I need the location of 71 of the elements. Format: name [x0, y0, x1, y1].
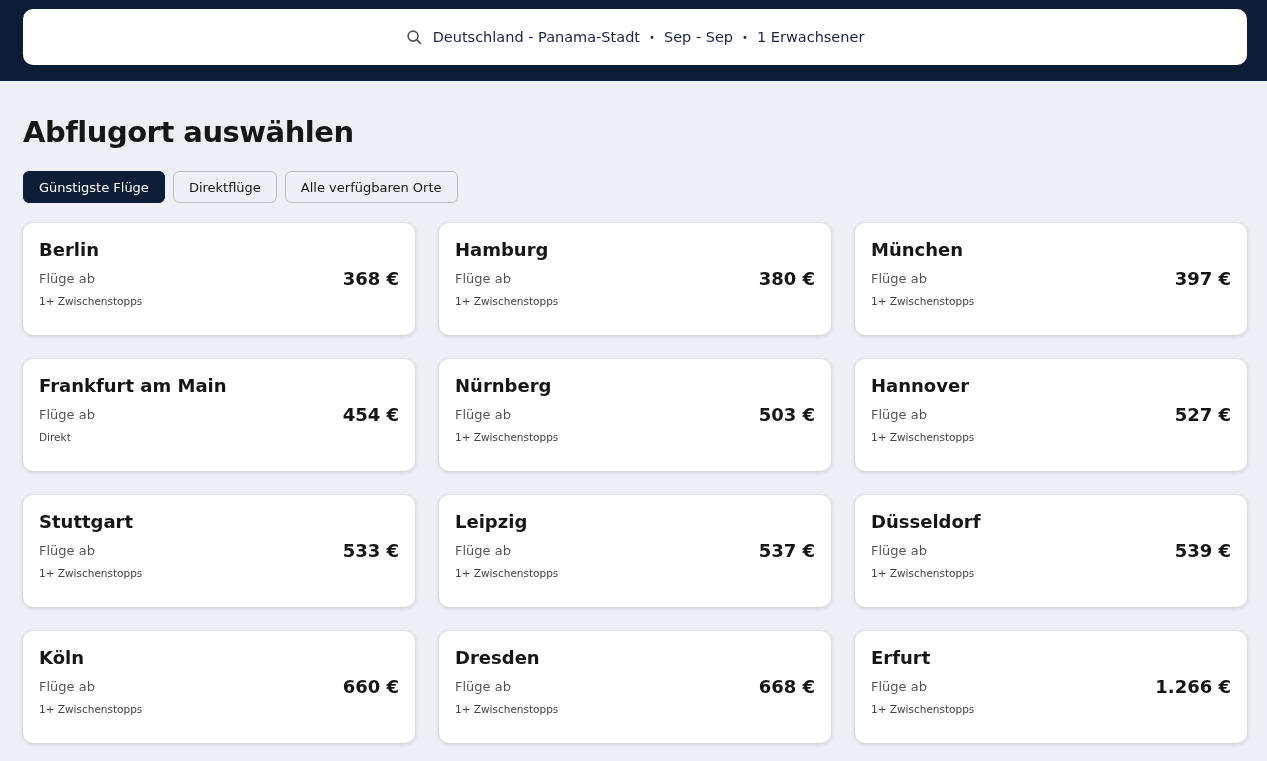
city-name: Hannover: [871, 375, 970, 396]
price: 537 €: [758, 540, 815, 561]
price-label: Flüge ab: [871, 543, 927, 558]
city-name: Berlin: [39, 239, 99, 260]
price-label: Flüge ab: [39, 679, 95, 694]
destination-card[interactable]: Frankfurt am Main Flüge ab 454 € Direkt: [23, 359, 415, 471]
destination-card[interactable]: Köln Flüge ab 660 € 1+ Zwischenstopps: [23, 631, 415, 743]
filter-tab[interactable]: Alle verfügbaren Orte: [284, 171, 458, 203]
stops-info: Direkt: [39, 431, 71, 443]
stops-info: 1+ Zwischenstopps: [39, 567, 143, 579]
destination-card[interactable]: Hamburg Flüge ab 380 € 1+ Zwischenstopps: [439, 223, 831, 335]
price-label: Flüge ab: [39, 407, 95, 422]
search-summary-text: Deutschland - Panama-Stadt: [432, 29, 641, 45]
destination-card[interactable]: Berlin Flüge ab 368 € 1+ Zwischenstopps: [23, 223, 415, 335]
separator-dot: •: [649, 31, 655, 43]
destination-card[interactable]: Hannover Flüge ab 527 € 1+ Zwischenstopps: [855, 359, 1247, 471]
city-name: Frankfurt am Main: [39, 375, 227, 396]
price: 454 €: [342, 404, 399, 425]
destination-card[interactable]: Düsseldorf Flüge ab 539 € 1+ Zwischenstopps: [855, 495, 1247, 607]
city-name: Leipzig: [455, 511, 528, 532]
search-summary-text: Sep - Sep: [663, 29, 734, 45]
price: 368 €: [342, 268, 399, 289]
destination-card[interactable]: Dresden Flüge ab 668 € 1+ Zwischenstopps: [439, 631, 831, 743]
separator-dot: •: [742, 31, 748, 43]
stops-info: 1+ Zwischenstopps: [39, 295, 143, 307]
price-label: Flüge ab: [455, 543, 511, 558]
stops-info: 1+ Zwischenstopps: [871, 567, 975, 579]
city-name: München: [871, 239, 964, 260]
stops-info: 1+ Zwischenstopps: [455, 431, 559, 443]
city-name: Stuttgart: [39, 511, 134, 532]
stops-info: 1+ Zwischenstopps: [871, 431, 975, 443]
city-name: Düsseldorf: [871, 511, 981, 532]
search-summary-text: 1 Erwachsener: [756, 29, 865, 45]
stops-info: 1+ Zwischenstopps: [455, 703, 559, 715]
stops-info: 1+ Zwischenstopps: [455, 567, 559, 579]
price-label: Flüge ab: [871, 679, 927, 694]
city-name: Hamburg: [455, 239, 549, 260]
city-name: Köln: [39, 647, 84, 668]
city-name: Erfurt: [871, 647, 931, 668]
price: 660 €: [342, 676, 399, 697]
price: 1.266 €: [1155, 676, 1231, 697]
price-label: Flüge ab: [39, 543, 95, 558]
search-summary-bar[interactable]: Deutschland - Panama-Stadt • Sep - Sep • 1 Erwachsener: [23, 9, 1247, 65]
filter-tab[interactable]: Direktflüge: [172, 171, 277, 203]
page-title: Abflugort auswählen: [23, 115, 355, 149]
price: 527 €: [1174, 404, 1231, 425]
price-label: Flüge ab: [39, 271, 95, 286]
price-label: Flüge ab: [871, 271, 927, 286]
stops-info: 1+ Zwischenstopps: [455, 295, 559, 307]
price: 668 €: [758, 676, 815, 697]
stops-info: 1+ Zwischenstopps: [39, 703, 143, 715]
city-name: Dresden: [455, 647, 540, 668]
destination-card[interactable]: Stuttgart Flüge ab 533 € 1+ Zwischenstopps: [23, 495, 415, 607]
price: 533 €: [342, 540, 399, 561]
city-name: Nürnberg: [455, 375, 552, 396]
destination-card[interactable]: München Flüge ab 397 € 1+ Zwischenstopps: [855, 223, 1247, 335]
search-icon: [405, 28, 423, 46]
stops-info: 1+ Zwischenstopps: [871, 295, 975, 307]
price: 539 €: [1174, 540, 1231, 561]
price-label: Flüge ab: [455, 679, 511, 694]
price-label: Flüge ab: [455, 271, 511, 286]
price-label: Flüge ab: [455, 407, 511, 422]
price: 503 €: [758, 404, 815, 425]
stops-info: 1+ Zwischenstopps: [871, 703, 975, 715]
destination-card[interactable]: Nürnberg Flüge ab 503 € 1+ Zwischenstopps: [439, 359, 831, 471]
destination-card[interactable]: Leipzig Flüge ab 537 € 1+ Zwischenstopps: [439, 495, 831, 607]
price: 380 €: [758, 268, 815, 289]
price-label: Flüge ab: [871, 407, 927, 422]
price: 397 €: [1174, 268, 1231, 289]
filter-tab[interactable]: Günstigste Flüge: [23, 171, 165, 203]
destination-card[interactable]: Erfurt Flüge ab 1.266 € 1+ Zwischenstopps: [855, 631, 1247, 743]
